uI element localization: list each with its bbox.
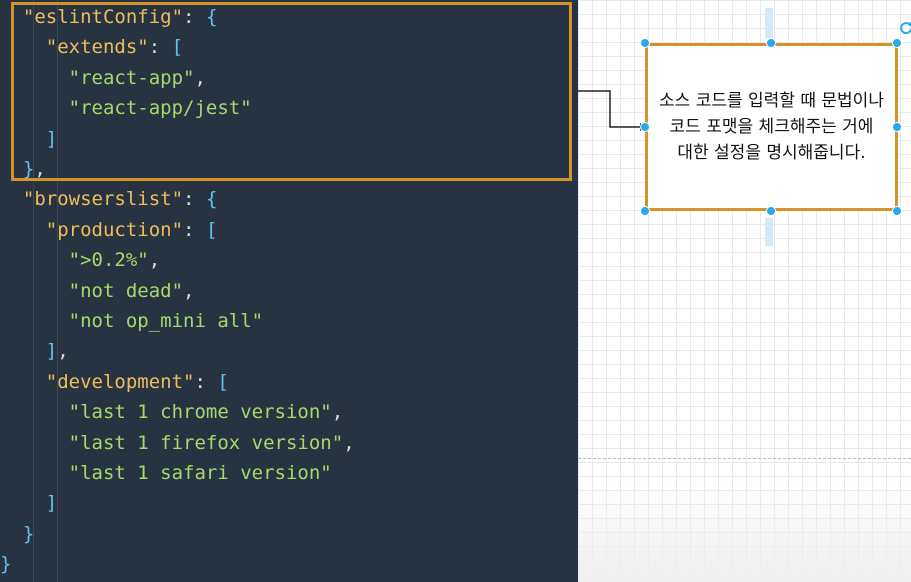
code-token-indent	[0, 492, 46, 514]
code-token-brk: [	[205, 218, 218, 241]
selection-handle-icon[interactable]	[892, 38, 902, 48]
code-line[interactable]: "extends": [	[0, 32, 183, 62]
code-line[interactable]: "react-app",	[0, 63, 206, 93]
selection-handle-icon[interactable]	[640, 122, 650, 132]
code-token-punct: :	[183, 6, 206, 28]
code-token-punct: ,	[331, 401, 344, 424]
code-token-indent	[0, 219, 46, 241]
code-token-indent	[0, 67, 69, 89]
code-token-indent	[0, 249, 69, 271]
code-token-indent	[0, 310, 69, 332]
note-shape[interactable]: 소스 코드를 입력할 때 문법이나 코드 포맷을 체크해주는 거에 대한 설정을…	[645, 43, 898, 211]
code-line[interactable]: "not dead",	[0, 276, 195, 306]
code-line[interactable]: ">0.2%",	[0, 245, 161, 275]
code-token-key: "eslintConfig"	[22, 6, 184, 28]
code-line[interactable]: "not op_mini all"	[0, 306, 263, 336]
code-token-punct: ,	[343, 431, 355, 454]
code-token-key: "development"	[45, 370, 195, 393]
code-token-brk: }	[22, 158, 35, 180]
code-line[interactable]: "development": [	[0, 367, 229, 397]
code-token-str: ">0.2%"	[68, 249, 149, 272]
code-line[interactable]: "browserslist": {	[0, 184, 218, 214]
code-token-str: "not op_mini all"	[68, 310, 264, 332]
code-token-indent	[0, 158, 23, 180]
code-token-key: "browserslist"	[22, 188, 184, 211]
code-token-brk: ]	[45, 492, 58, 515]
selection-handle-icon[interactable]	[766, 38, 776, 48]
canvas-bottom-fade	[578, 482, 911, 582]
code-line[interactable]: "eslintConfig": {	[0, 2, 218, 32]
code-token-punct: ,	[148, 249, 161, 272]
selection-handle-icon[interactable]	[892, 122, 902, 132]
code-line[interactable]: "last 1 firefox version",	[0, 428, 355, 458]
code-token-str: "react-app/jest"	[68, 97, 252, 120]
guide-arrow-up-icon	[765, 8, 773, 38]
code-token-brk: [	[171, 36, 184, 59]
code-token-str: "react-app"	[68, 66, 195, 89]
code-token-brk: }	[0, 553, 12, 576]
code-token-str: "last 1 chrome version"	[68, 401, 332, 424]
code-line[interactable]: ],	[0, 336, 69, 366]
code-token-punct: ,	[194, 66, 206, 89]
code-token-indent	[0, 371, 46, 393]
code-line[interactable]: "react-app/jest"	[0, 93, 252, 123]
selection-handle-icon[interactable]	[640, 38, 650, 48]
code-editor[interactable]: "eslintConfig": { "extends": [ "react-ap…	[0, 0, 578, 582]
connector-arrow-icon[interactable]	[578, 88, 648, 136]
code-line[interactable]: }	[0, 549, 11, 579]
code-token-str: "last 1 firefox version"	[68, 431, 344, 454]
code-line[interactable]: ]	[0, 124, 57, 154]
code-token-str: "last 1 safari version"	[68, 462, 332, 484]
code-line[interactable]: "last 1 safari version"	[0, 458, 332, 488]
code-token-brk: {	[205, 6, 218, 28]
code-token-indent	[0, 462, 69, 484]
code-token-brk: ]	[45, 340, 58, 363]
code-token-indent	[0, 128, 46, 150]
code-token-tail: ,	[57, 340, 69, 363]
note-text[interactable]: 소스 코드를 입력할 때 문법이나 코드 포맷을 체크해주는 거에 대한 설정을…	[648, 88, 895, 166]
code-line[interactable]: ]	[0, 488, 57, 518]
rotate-handle-icon[interactable]	[899, 21, 911, 35]
selection-handle-icon[interactable]	[892, 206, 902, 216]
code-token-brk: }	[22, 522, 35, 545]
code-token-indent	[0, 432, 69, 454]
code-token-brk: {	[205, 188, 218, 211]
code-line[interactable]: "last 1 chrome version",	[0, 397, 344, 427]
code-token-punct: :	[183, 188, 206, 211]
guide-arrow-down-icon	[765, 218, 773, 246]
code-token-indent	[0, 6, 23, 28]
code-token-punct: ,	[183, 279, 195, 302]
code-token-indent	[0, 280, 69, 302]
code-token-indent	[0, 340, 46, 362]
code-token-indent	[0, 523, 23, 545]
code-token-indent	[0, 188, 23, 210]
code-token-key: "production"	[45, 218, 184, 241]
code-token-indent	[0, 401, 69, 423]
code-token-str: "not dead"	[68, 279, 184, 302]
code-line[interactable]: }	[0, 519, 34, 549]
code-token-punct: :	[148, 36, 172, 59]
code-line[interactable]: "production": [	[0, 215, 218, 245]
page-break-line	[578, 458, 911, 459]
code-token-tail: ,	[34, 158, 46, 180]
code-token-brk: ]	[45, 127, 58, 150]
code-token-brk: [	[217, 370, 229, 393]
code-token-punct: :	[183, 218, 206, 241]
code-token-punct: :	[194, 370, 218, 393]
selection-handle-icon[interactable]	[766, 206, 776, 216]
code-line[interactable]: },	[0, 154, 46, 184]
code-token-indent	[0, 97, 69, 119]
code-token-indent	[0, 36, 46, 58]
selection-handle-icon[interactable]	[640, 206, 650, 216]
code-token-key: "extends"	[45, 36, 149, 59]
